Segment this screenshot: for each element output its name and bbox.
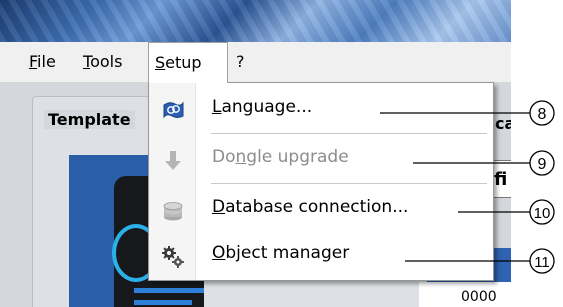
label-suffix: gle upgrade <box>246 147 349 167</box>
menu-help-label: ? <box>236 52 245 71</box>
menu-item-object-manager[interactable]: Object manager <box>149 235 493 279</box>
label-suffix: bject manager <box>225 243 350 263</box>
menu-item-dongle-upgrade[interactable]: Dongle upgrade <box>149 139 493 183</box>
label-suffix: atabase connection... <box>225 197 409 217</box>
template-group-label: Template <box>44 110 135 129</box>
label-mnemonic: D <box>212 197 226 217</box>
menu-setup[interactable]: Setup <box>148 42 228 83</box>
language-flag-icon <box>163 101 184 119</box>
menu-setup-label: etup <box>165 53 202 72</box>
right-panel-box-text: fi <box>494 169 508 190</box>
menu-item-object-manager-label: Object manager <box>212 243 349 263</box>
menu-item-database-connection[interactable]: Database connection... <box>149 189 493 233</box>
menu-item-language-label: Language... <box>212 97 312 117</box>
menu-tools-label: ools <box>90 52 123 71</box>
menu-separator <box>211 133 487 134</box>
menu-item-language[interactable]: Language... <box>149 89 493 133</box>
right-panel-value: 0000 <box>461 289 497 305</box>
menu-tools-mnemonic: T <box>83 52 91 71</box>
title-bar <box>0 0 511 42</box>
menu-item-database-connection-label: Database connection... <box>212 197 408 217</box>
callout-number: 9 <box>538 156 547 173</box>
menu-tools[interactable]: Tools <box>77 42 128 82</box>
label-mnemonic: O <box>212 243 226 263</box>
callout-number: 8 <box>538 106 547 123</box>
menu-separator <box>211 183 487 184</box>
device-bar <box>134 300 192 305</box>
menu-file-label: ile <box>37 52 56 71</box>
right-panel-label: ca <box>495 114 511 133</box>
menu-file-mnemonic: F <box>29 52 38 71</box>
setup-dropdown-menu: Language... Dongle upgrade Database conn… <box>148 82 494 281</box>
menu-file[interactable]: File <box>23 42 62 82</box>
database-icon <box>163 202 183 221</box>
gears-icon <box>162 246 184 268</box>
label-mnemonic: n <box>235 147 247 167</box>
menu-bar: File Tools Setup ? <box>0 42 511 83</box>
label-suffix: anguage... <box>221 97 313 117</box>
menu-setup-mnemonic: S <box>155 53 166 72</box>
callout-number: 11 <box>534 254 550 271</box>
arrow-down-icon <box>165 151 181 170</box>
menu-item-dongle-upgrade-label: Dongle upgrade <box>212 147 349 167</box>
label-prefix: Do <box>212 147 236 167</box>
device-bar <box>134 288 204 293</box>
callout-number: 10 <box>534 205 551 222</box>
menu-help[interactable]: ? <box>230 42 251 82</box>
